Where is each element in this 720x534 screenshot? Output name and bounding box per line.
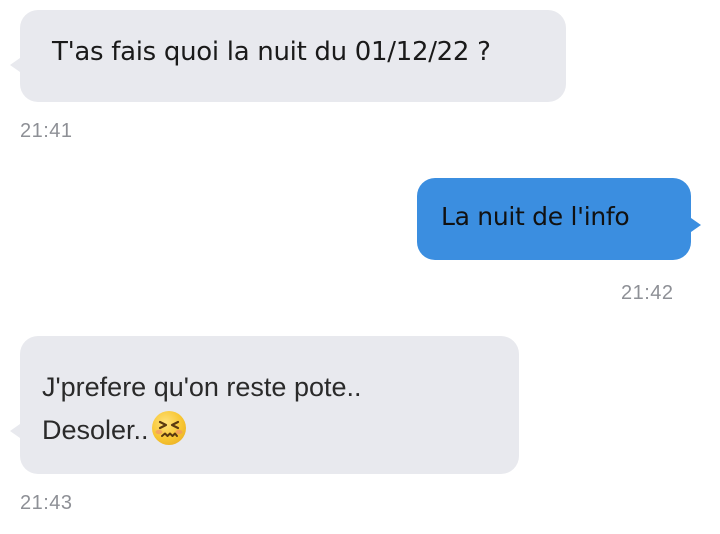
bubble-tail: [10, 58, 20, 72]
message-text-line: J'prefere qu'on reste pote..: [42, 372, 362, 402]
incoming-message-bubble[interactable]: J'prefere qu'on reste pote.. Desoler..: [20, 336, 519, 474]
message-text: T'as fais quoi la nuit du 01/12/22 ?: [52, 37, 491, 67]
bubble-tail: [10, 424, 20, 438]
incoming-message-bubble[interactable]: T'as fais quoi la nuit du 01/12/22 ?: [20, 10, 566, 102]
bubble-tail: [691, 218, 701, 232]
persevering-face-icon: [151, 411, 186, 445]
message-timestamp: 21:41: [20, 120, 73, 142]
message-text: La nuit de l'info: [441, 202, 630, 231]
message-timestamp: 21:42: [621, 282, 674, 304]
message-text: Desoler..: [42, 415, 149, 445]
message-text-line: Desoler..: [42, 409, 519, 452]
outgoing-message-bubble[interactable]: La nuit de l'info: [417, 178, 691, 260]
message-timestamp: 21:43: [20, 492, 73, 514]
